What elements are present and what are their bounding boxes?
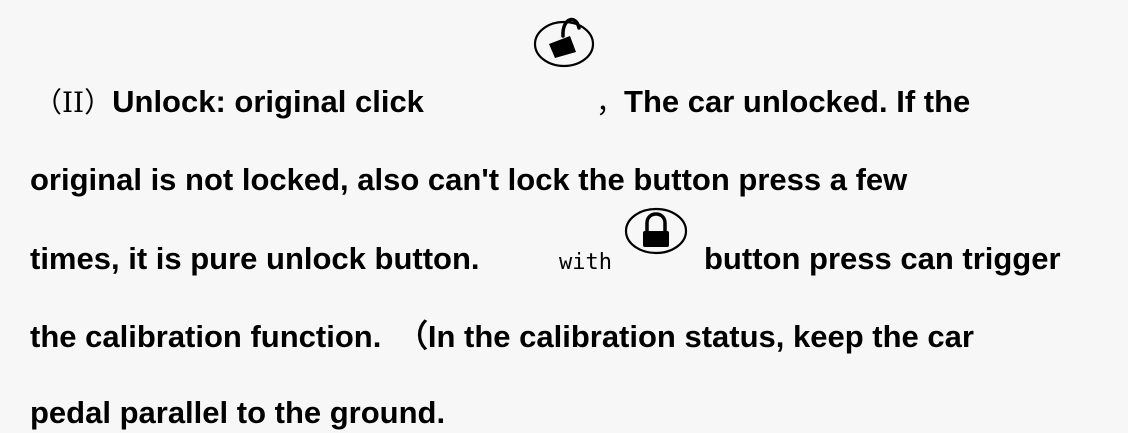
section-marker: （II） [34,86,113,119]
text-line-1-tail: ，The car unlocked. If the [596,82,970,123]
unlock-icon [532,6,596,70]
fullwidth-comma: ， [596,86,625,119]
text-line-4: the calibration function. （In the calibr… [30,319,974,354]
text-line-3-tail: button press can trigger [704,239,1061,279]
text-line-5: pedal parallel to the ground. [30,395,446,430]
calibration-trigger-text: button press can trigger [704,241,1061,276]
unlock-result: The car unlocked. If the [624,84,971,119]
with-label: with [559,250,612,275]
unlock-instruction: Unlock: original click [112,84,424,119]
pure-unlock-text: times, it is pure unlock button. [30,241,480,276]
with-label-wrap: with [559,239,612,283]
text-line-1: （II）Unlock: original click [34,82,424,123]
text-line-2: original is not locked, also can't lock … [30,162,908,197]
text-line-3: times, it is pure unlock button. [30,239,480,279]
lock-icon [623,195,688,259]
manual-page: （II）Unlock: original click ，The car unlo… [0,0,1128,432]
